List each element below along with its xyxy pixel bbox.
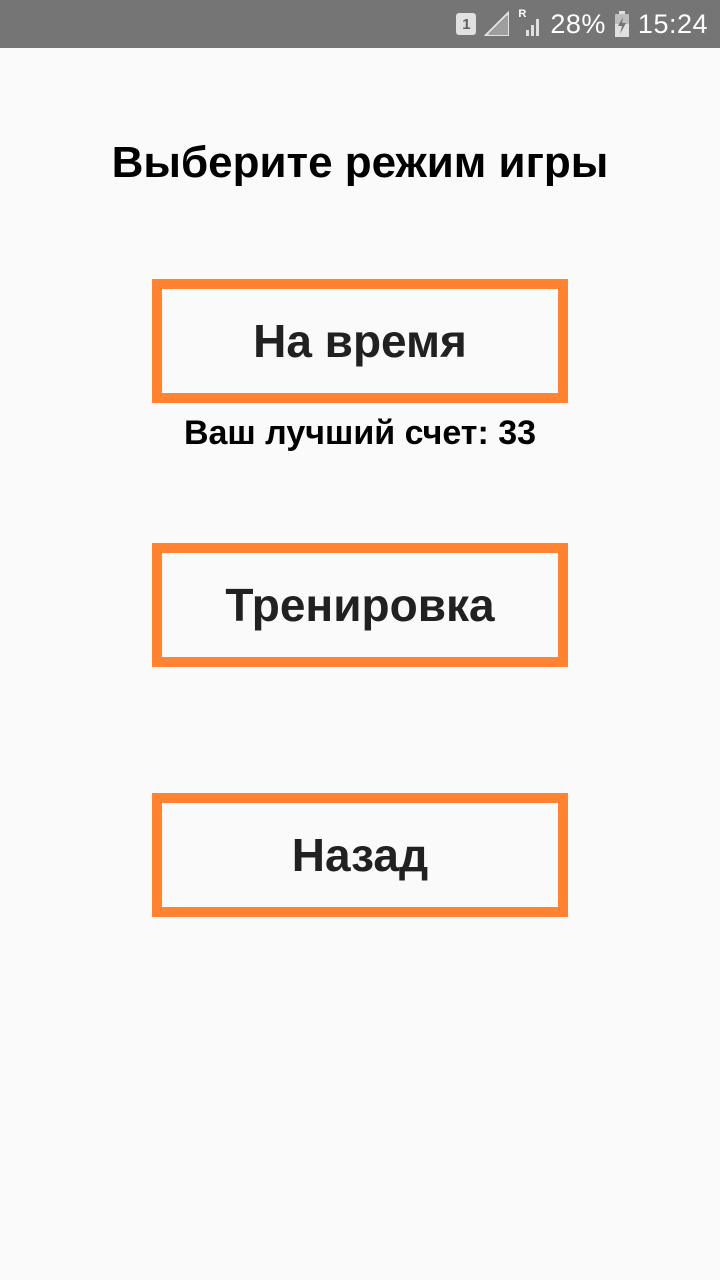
back-label: Назад [291,829,429,881]
signal-icon: R [518,8,542,38]
timed-mode-button[interactable]: На время [152,279,568,403]
status-icons: 1 R 28% 15:24 [456,0,708,48]
back-button[interactable]: Назад [152,793,568,917]
clock: 15:24 [637,8,708,39]
training-mode-button[interactable]: Тренировка [152,543,568,667]
best-score-label: Ваш лучший счет: 33 [183,414,537,452]
timed-mode-label: На время [253,315,467,367]
sim-icon: 1 [456,13,477,35]
status-bar: 1 R 28% 15:24 [0,0,720,48]
battery-percent: 28% [550,8,606,39]
page-title: Выберите режим игры [111,138,609,187]
sim-slot-number: 1 [462,15,471,33]
no-signal-icon [484,11,510,37]
battery-charging-icon [614,10,630,38]
training-mode-label: Тренировка [225,579,495,631]
